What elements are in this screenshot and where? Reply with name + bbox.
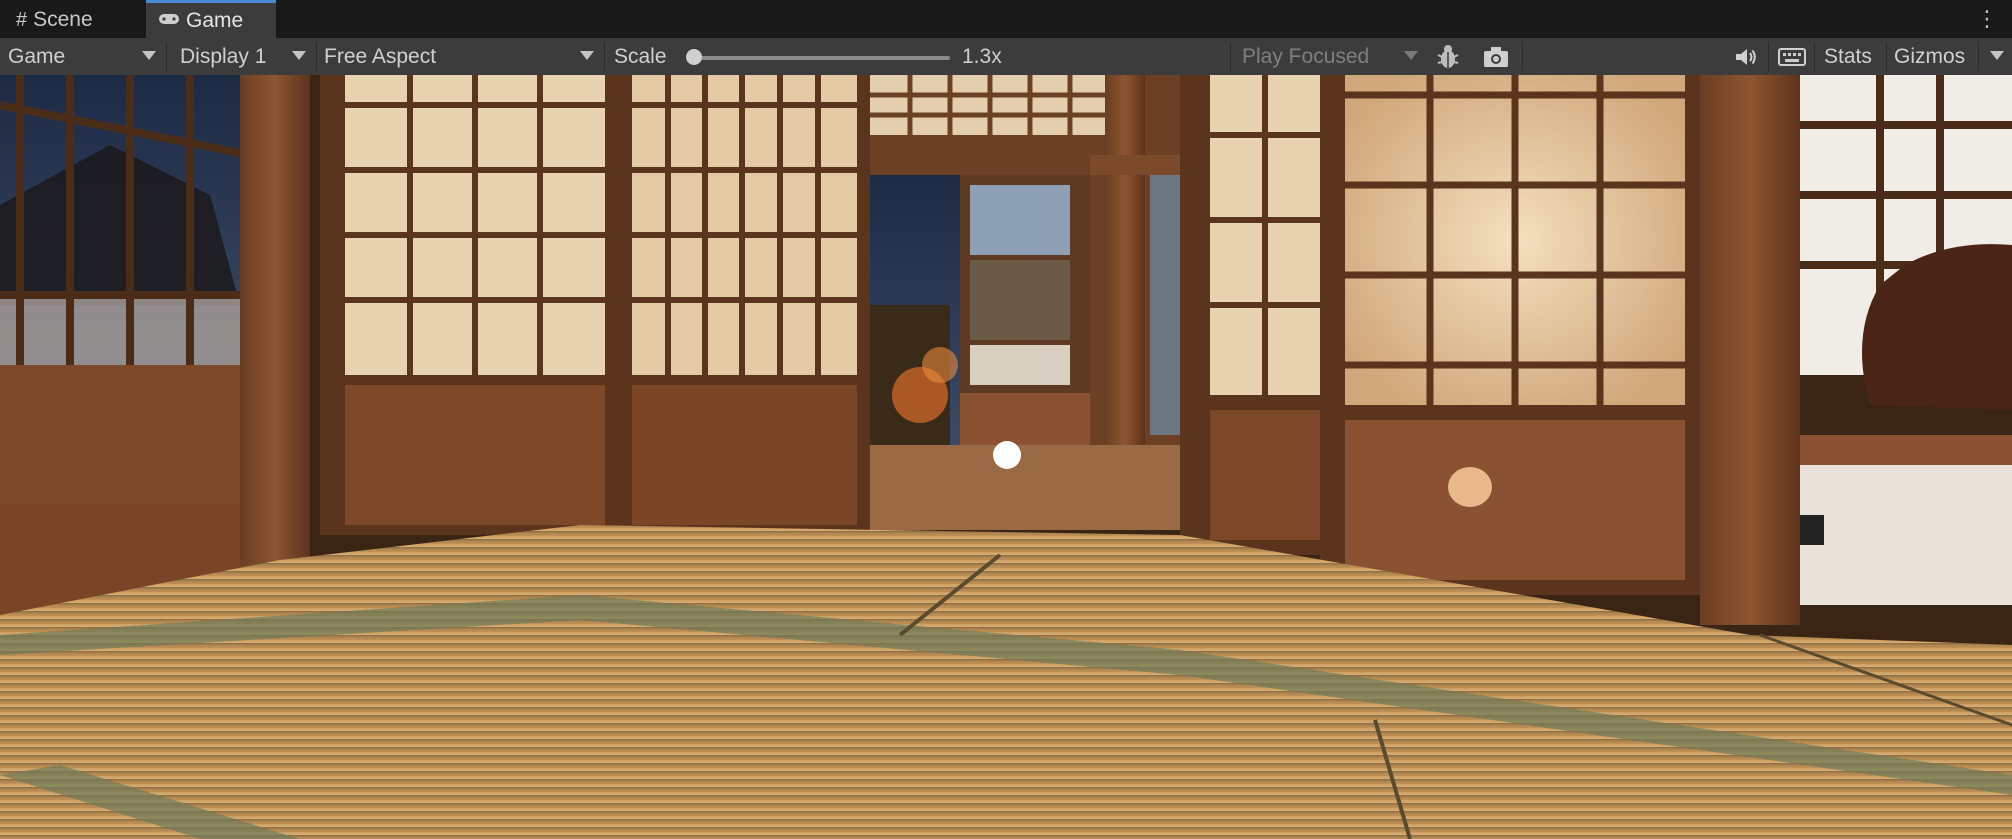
view-mode-dropdown[interactable]: Game — [0, 38, 164, 75]
chevron-down-icon — [1990, 51, 2004, 60]
play-mode-dropdown[interactable]: Play Focused — [1232, 38, 1426, 75]
view-mode-label: Game — [8, 44, 66, 68]
tab-game-label: Game — [186, 8, 244, 32]
play-mode-label: Play Focused — [1242, 44, 1370, 68]
toolbar-divider — [604, 42, 605, 71]
scale-label: Scale — [614, 38, 684, 75]
scale-slider-handle[interactable] — [686, 49, 702, 65]
gamepad-icon — [158, 9, 180, 32]
camera-icon[interactable] — [1476, 38, 1516, 75]
chevron-down-icon — [580, 51, 594, 60]
more-options-icon[interactable]: ⋮ — [1976, 6, 1998, 32]
tab-game[interactable]: Game — [146, 0, 276, 38]
chevron-down-icon — [142, 51, 156, 60]
toolbar-divider — [1886, 42, 1887, 71]
speaker-icon[interactable] — [1726, 38, 1766, 75]
scale-value-text: 1.3x — [962, 44, 1002, 68]
game-view-toolbar: Game Display 1 Free Aspect Scale 1.3x Pl… — [0, 38, 2012, 76]
toolbar-divider — [1230, 42, 1231, 71]
rendered-scene — [0, 75, 2012, 839]
aspect-label: Free Aspect — [324, 44, 437, 68]
scale-value: 1.3x — [962, 38, 1022, 75]
editor-tab-bar: # Scene Game ⋮ — [0, 0, 2012, 39]
game-viewport[interactable] — [0, 75, 2012, 839]
stats-button[interactable]: Stats — [1816, 38, 1884, 75]
gizmos-dropdown[interactable] — [1980, 38, 2012, 75]
aspect-dropdown[interactable]: Free Aspect — [318, 38, 602, 75]
toolbar-divider — [166, 42, 167, 71]
tab-scene[interactable]: # Scene — [4, 2, 144, 38]
tab-scene-label: Scene — [33, 8, 93, 31]
chevron-down-icon — [1404, 51, 1418, 60]
bug-icon[interactable] — [1428, 38, 1468, 75]
toolbar-divider — [316, 42, 317, 71]
stats-label: Stats — [1824, 44, 1872, 68]
keyboard-icon[interactable] — [1772, 38, 1812, 75]
display-dropdown[interactable]: Display 1 — [168, 38, 314, 75]
toolbar-divider — [1978, 42, 1979, 71]
chevron-down-icon — [292, 51, 306, 60]
gizmos-button[interactable]: Gizmos — [1888, 38, 1978, 75]
toolbar-divider — [1522, 42, 1523, 71]
display-label: Display 1 — [180, 44, 267, 68]
toolbar-divider — [1814, 42, 1815, 71]
gizmos-label: Gizmos — [1894, 44, 1966, 68]
scale-label-text: Scale — [614, 44, 667, 68]
grid-hash-icon: # — [16, 8, 28, 31]
scale-slider-track[interactable] — [690, 56, 950, 60]
toolbar-divider — [1768, 42, 1769, 71]
